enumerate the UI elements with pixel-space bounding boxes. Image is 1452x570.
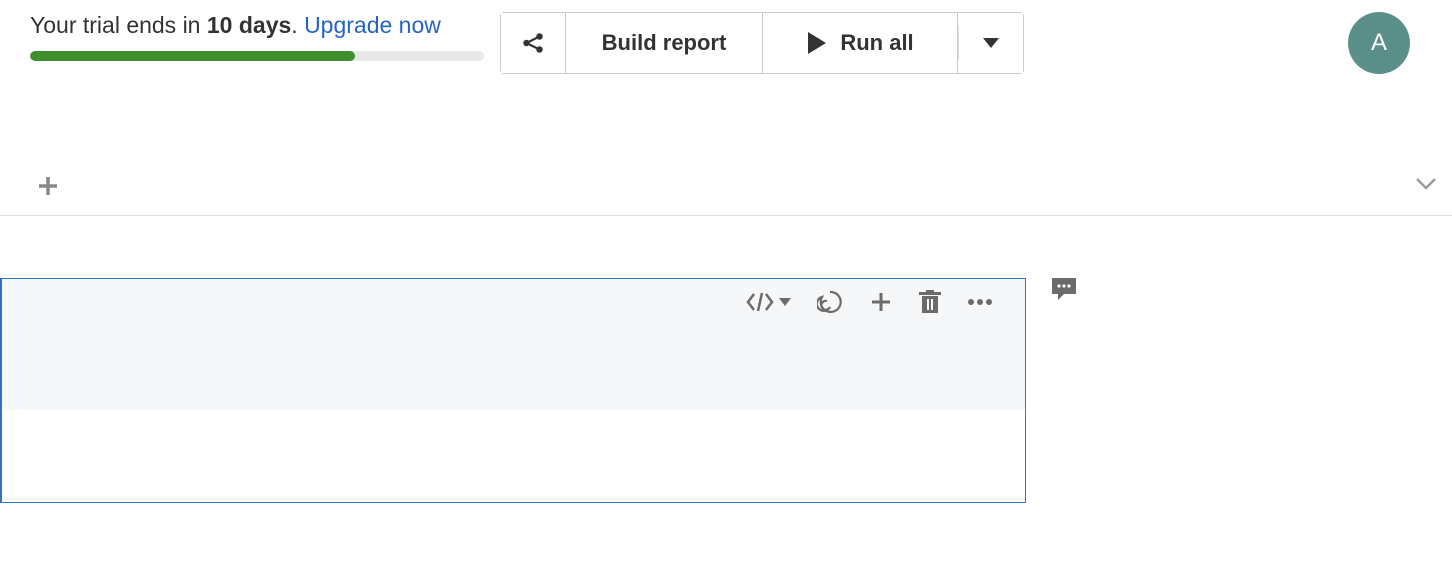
- swirl-icon: [817, 289, 843, 315]
- build-report-label: Build report: [602, 30, 727, 56]
- avatar-initial: A: [1371, 29, 1387, 57]
- cell-type-dropdown[interactable]: [745, 291, 791, 313]
- cell-wrapper: [0, 278, 1452, 503]
- code-cell[interactable]: [0, 278, 1026, 503]
- delete-cell-button[interactable]: [919, 290, 941, 314]
- plus-icon: [869, 290, 893, 314]
- more-options-button[interactable]: [967, 298, 993, 306]
- assistant-button[interactable]: [817, 289, 843, 315]
- run-dropdown-button[interactable]: [958, 13, 1023, 73]
- caret-down-icon: [779, 298, 791, 306]
- trial-days: 10 days: [207, 12, 291, 38]
- trial-prefix: Your trial ends in: [30, 12, 207, 38]
- add-section-button[interactable]: [36, 174, 60, 198]
- collapse-section-button[interactable]: [1415, 177, 1437, 191]
- caret-down-icon: [983, 38, 999, 48]
- plus-icon: [36, 174, 60, 198]
- trial-progress-bar: [30, 51, 484, 61]
- trial-progress-fill: [30, 51, 355, 61]
- cell-output-area: [2, 410, 1025, 502]
- cell-toolbar: [745, 289, 993, 315]
- trial-notice: Your trial ends in 10 days. Upgrade now: [30, 12, 484, 61]
- share-icon: [520, 30, 546, 56]
- comment-icon: [1050, 276, 1078, 302]
- trial-text: Your trial ends in 10 days. Upgrade now: [30, 12, 484, 39]
- comment-button[interactable]: [1050, 276, 1078, 302]
- run-all-button[interactable]: Run all: [763, 13, 958, 73]
- cell-input-area[interactable]: [2, 279, 1025, 410]
- avatar[interactable]: A: [1348, 12, 1410, 74]
- play-icon: [806, 32, 826, 54]
- share-button[interactable]: [501, 13, 566, 73]
- chevron-down-icon: [1415, 177, 1437, 191]
- code-icon: [745, 291, 775, 313]
- run-all-label: Run all: [840, 30, 913, 56]
- add-cell-button[interactable]: [869, 290, 893, 314]
- toolbar: Build report Run all: [500, 12, 1024, 74]
- more-icon: [967, 298, 993, 306]
- trial-suffix: .: [291, 12, 304, 38]
- upgrade-link[interactable]: Upgrade now: [304, 12, 441, 38]
- trash-icon: [919, 290, 941, 314]
- section-header: [0, 174, 1452, 216]
- build-report-button[interactable]: Build report: [566, 13, 763, 73]
